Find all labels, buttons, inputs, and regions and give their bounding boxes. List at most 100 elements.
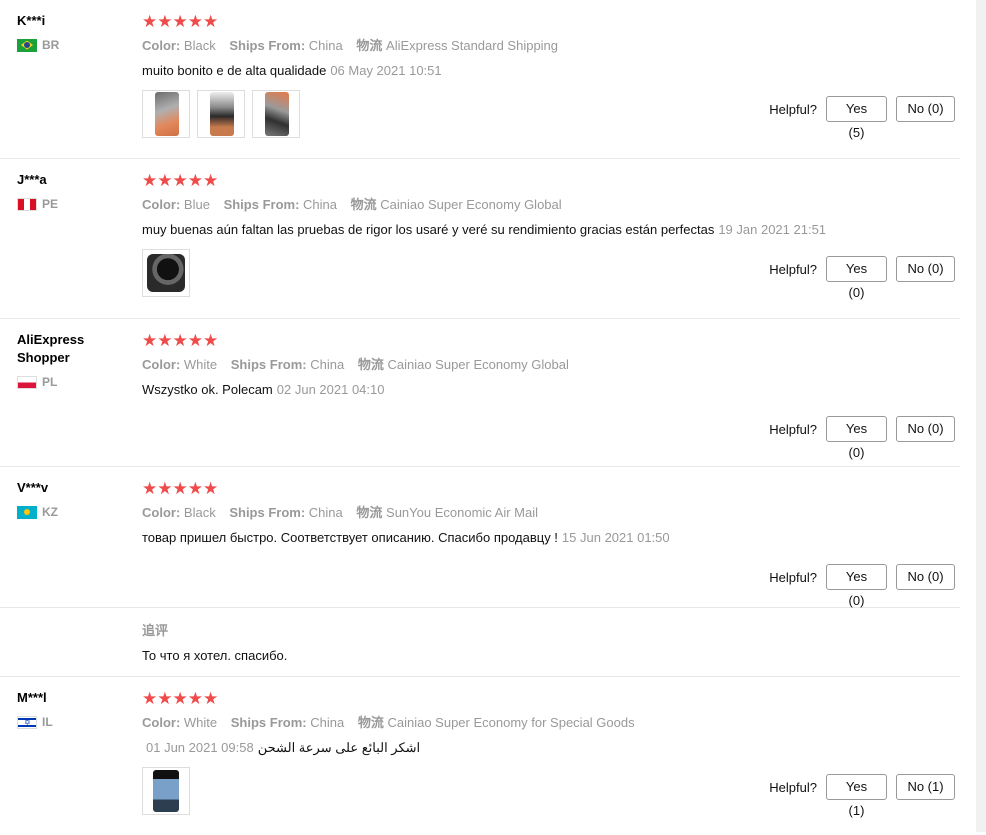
helpful-controls: Helpful? Yes (1) No (1) [769,774,955,818]
helpful-yes-button[interactable]: Yes (1) [826,774,887,818]
flag-pl-icon [17,375,37,389]
helpful-yes-button[interactable]: Yes (0) [826,256,887,300]
country-code: PE [42,197,59,211]
scrollbar-thumb[interactable] [977,0,985,832]
review-photo[interactable] [197,90,245,138]
helpful-label: Helpful? [769,779,817,795]
color-value: Black [183,38,216,53]
country-code: KZ [42,505,58,519]
followup-title: 追评 [142,623,169,638]
review-photo[interactable] [142,90,190,138]
helpful-yes-button[interactable]: Yes (0) [826,416,887,460]
helpful-label: Helpful? [769,101,817,117]
reviewer-name: K***i [17,13,46,28]
review-text: muito bonito e de alta qualidade 06 May 2… [142,63,960,79]
ships-from-label: Ships From: [230,357,307,372]
reviewer-info: K***i BR [17,12,127,52]
review-item: AliExpress Shopper PL ★★★★★ Color: White… [0,319,960,467]
country-code: IL [42,715,53,729]
review-meta: Color: Blue Ships From: China 物流 Cainiao… [142,197,960,213]
logistics-label: 物流 [357,357,384,372]
review-text: Wszystko ok. Polecam 02 Jun 2021 04:10 [142,382,960,398]
helpful-controls: Helpful? Yes (0) No (0) [769,416,955,460]
star-rating: ★★★★★ [142,12,219,32]
review-meta: Color: Black Ships From: China 物流 SunYou… [142,505,960,521]
reviewer-country: KZ [17,505,127,519]
ships-from-value: China [310,715,345,730]
review-date: 01 Jun 2021 09:58 [146,740,254,755]
reviewer-country: PE [17,197,127,211]
flag-br-icon [17,38,37,52]
color-value: Blue [183,197,210,212]
helpful-no-button[interactable]: No (0) [896,416,955,442]
review-meta: Color: White Ships From: China 物流 Cainia… [142,715,960,731]
review-date: 02 Jun 2021 04:10 [276,382,385,397]
helpful-yes-button[interactable]: Yes (0) [826,564,887,608]
followup-review: 追评 То что я хотел. спасибо. [0,608,960,677]
helpful-no-button[interactable]: No (0) [896,564,955,590]
helpful-no-button[interactable]: No (1) [896,774,955,800]
ships-from-value: China [303,197,337,212]
logistics-label: 物流 [357,715,384,730]
review-text: 01 Jun 2021 09:58 اشكر البائع على سرعة ال… [142,740,960,756]
logistics-value: SunYou Economic Air Mail [386,505,539,520]
review-item: J***a PE ★★★★★ Color: Blue Ships From: C… [0,159,960,319]
country-code: PL [42,375,58,389]
color-label: Color: [142,505,181,520]
helpful-controls: Helpful? Yes (0) No (0) [769,256,955,300]
reviewer-info: J***a PE [17,171,127,211]
review-body: muy buenas aún faltan las pruebas de rig… [142,222,715,237]
review-body: Wszystko ok. Polecam [142,382,273,397]
reviewer-name: J***a [17,172,47,187]
reviewer-info: V***v KZ [17,479,127,519]
review-body: اشكر البائع على سرعة الشحن [257,740,421,755]
review-photo[interactable] [142,249,190,297]
star-rating: ★★★★★ [142,689,219,709]
ships-from-value: China [308,505,343,520]
review-photo[interactable] [252,90,300,138]
reviewer-country: IL [17,715,127,729]
logistics-label: 物流 [350,197,377,212]
helpful-no-button[interactable]: No (0) [896,96,955,122]
review-content: ★★★★★ Color: Black Ships From: China 物流 … [142,479,960,546]
ships-from-value: China [310,357,345,372]
review-body: muito bonito e de alta qualidade [142,63,327,78]
logistics-value: Cainiao Super Economy Global [380,197,562,212]
star-rating: ★★★★★ [142,479,219,499]
logistics-value: Cainiao Super Economy Global [387,357,569,372]
review-item: V***v KZ ★★★★★ Color: Black Ships From: … [0,467,960,608]
ships-from-label: Ships From: [229,38,306,53]
logistics-label: 物流 [356,38,383,53]
color-value: White [183,357,218,372]
helpful-label: Helpful? [769,261,817,277]
ships-from-label: Ships From: [223,197,300,212]
flag-il-icon [17,715,37,729]
review-photo[interactable] [142,767,190,815]
review-meta: Color: White Ships From: China 物流 Cainia… [142,357,960,373]
logistics-value: AliExpress Standard Shipping [386,38,559,53]
color-label: Color: [142,715,181,730]
helpful-no-button[interactable]: No (0) [896,256,955,282]
helpful-controls: Helpful? Yes (5) No (0) [769,96,955,140]
color-label: Color: [142,357,181,372]
review-content: ★★★★★ Color: White Ships From: China 物流 … [142,331,960,398]
flag-kz-icon [17,505,37,519]
country-code: BR [42,38,60,52]
star-rating: ★★★★★ [142,171,219,191]
review-list: K***i BR ★★★★★ Color: Black Ships From: … [0,0,976,835]
helpful-label: Helpful? [769,569,817,585]
logistics-label: 物流 [356,505,383,520]
star-rating: ★★★★★ [142,331,219,351]
ships-from-label: Ships From: [229,505,306,520]
review-date: 15 Jun 2021 01:50 [561,530,670,545]
reviewer-country: PL [17,375,127,389]
review-date: 19 Jan 2021 21:51 [718,222,827,237]
page-scrollbar[interactable] [976,0,986,832]
logistics-value: Cainiao Super Economy for Special Goods [387,715,635,730]
review-body: товар пришел быстро. Соответствует описа… [142,530,558,545]
ships-from-label: Ships From: [230,715,307,730]
review-item: M***l IL ★★★★★ Color: White Ships From: … [0,677,960,835]
helpful-label: Helpful? [769,421,817,437]
helpful-yes-button[interactable]: Yes (5) [826,96,887,140]
ships-from-value: China [308,38,343,53]
